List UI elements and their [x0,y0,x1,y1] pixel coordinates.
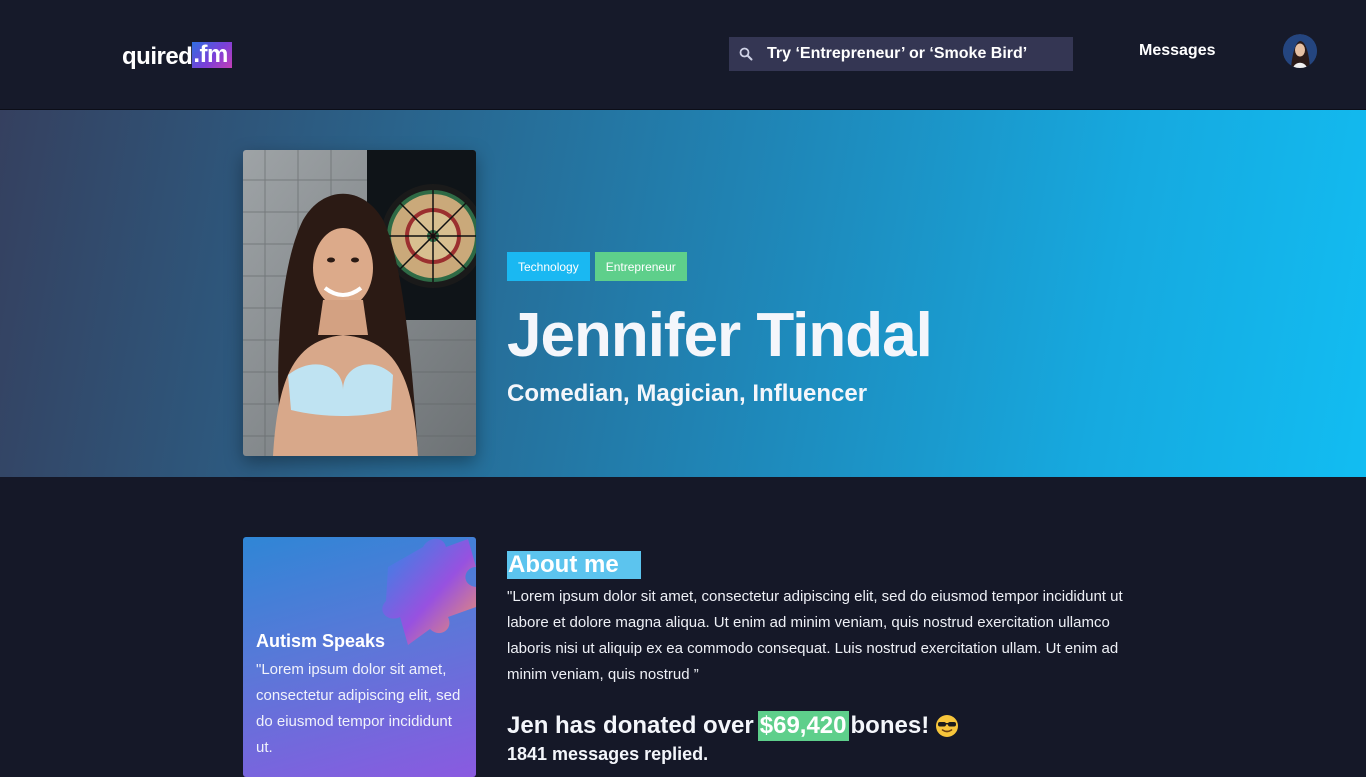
search-input[interactable] [763,37,1073,71]
donation-prefix: Jen has donated over [507,712,754,739]
messages-replied: 1841 messages replied. [507,744,709,764]
profile-name: Jennifer Tindal [507,301,933,370]
sunglasses-emoji-icon [935,714,959,738]
tag-entrepreneur[interactable]: Entrepreneur [594,252,687,281]
top-nav: quired.fm Messages [0,0,1366,110]
about-title: About me [507,551,641,579]
category-tags: Technology Entrepreneur [507,252,687,281]
messages-link[interactable]: Messages [1139,42,1216,62]
about-text: "Lorem ipsum dolor sit amet, consectetur… [507,588,1123,683]
donation-summary: Jen has donated over $69,420 bones! [507,710,959,742]
logo[interactable]: quired .fm [122,40,232,70]
donation-suffix: bones! [850,712,930,739]
logo-text: quired [122,43,193,70]
charity-title: Autism Speaks [256,631,386,651]
charity-description: "Lorem ipsum dolor sit amet, consectetur… [256,661,461,756]
profile-hero: Technology Entrepreneur Jennifer Tindal … [0,110,1366,477]
donation-amount: $69,420 [757,711,849,741]
profile-roles: Comedian, Magician, Influencer [507,380,868,407]
profile-photo [243,150,476,456]
user-avatar[interactable] [1283,34,1317,68]
search-bar[interactable] [729,37,1073,71]
logo-tld: .fm [192,42,232,68]
tag-technology[interactable]: Technology [507,252,590,281]
charity-card[interactable]: Autism Speaks "Lorem ipsum dolor sit ame… [243,537,476,777]
search-icon [729,37,763,71]
